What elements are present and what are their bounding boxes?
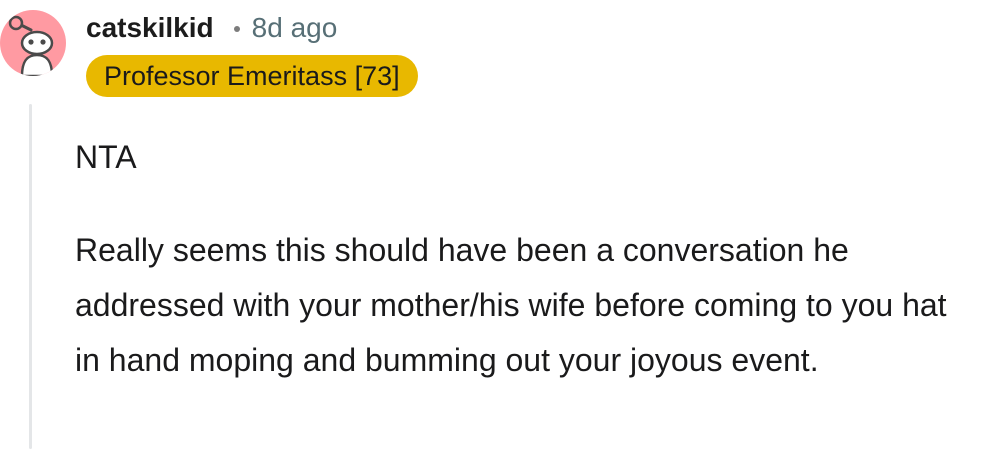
separator-dot-icon (233, 26, 240, 32)
user-flair: Professor Emeritass [73] (86, 55, 418, 97)
comment-paragraph: NTA (75, 139, 137, 175)
username-link[interactable]: catskilkid (86, 12, 214, 44)
comment: catskilkid 8d ago Professor Emeritass [7… (0, 0, 991, 449)
avatar[interactable] (0, 10, 66, 76)
comment-meta: catskilkid 8d ago (86, 8, 337, 48)
thread-collapse-line[interactable] (29, 104, 32, 449)
timestamp[interactable]: 8d ago (252, 12, 338, 44)
comment-body: NTA Really seems this should have been a… (75, 130, 975, 388)
comment-paragraph: Really seems this should have been a con… (75, 232, 947, 378)
reddit-snoo-avatar-icon (8, 15, 54, 76)
